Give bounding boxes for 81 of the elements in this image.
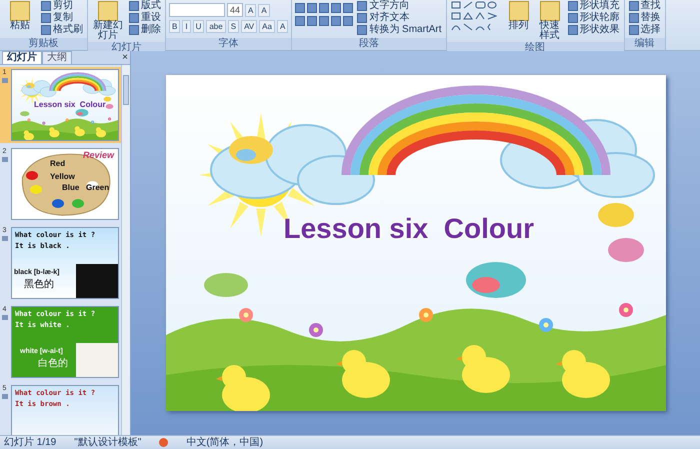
close-button[interactable]: × [120, 52, 130, 64]
ribbon-button[interactable]: 排列 [504, 0, 533, 32]
animation-icon [2, 236, 8, 241]
toolbar-icon [508, 1, 529, 21]
scrollbar[interactable] [121, 65, 130, 435]
ribbon-button[interactable]: 替换 [628, 12, 662, 24]
review-heading: Review [82, 150, 114, 160]
format-button[interactable]: Aa [259, 20, 275, 33]
toolbar-icon [568, 13, 578, 23]
panel-tab[interactable]: 幻灯片 [2, 51, 42, 64]
ribbon-button[interactable]: 形状轮廓 [566, 12, 621, 24]
animation-icon [2, 78, 8, 83]
format-button[interactable]: AV [241, 20, 258, 33]
font-size-button[interactable]: A [258, 4, 270, 16]
animation-icon [2, 315, 8, 320]
group-label: 编辑 [624, 38, 665, 50]
ribbon-button[interactable]: 选择 [628, 24, 662, 36]
ribbon-button[interactable]: 形状效果 [566, 24, 621, 36]
ribbon-button[interactable]: 粘贴 [3, 0, 37, 32]
font-size-button[interactable]: A [245, 4, 256, 16]
toolbar-icon [568, 25, 578, 35]
format-button[interactable]: S [228, 20, 240, 33]
meaning-text: 黑色的 [24, 279, 54, 290]
slide-thumbnail[interactable]: Review Red Yellow Blue Green [11, 148, 119, 220]
ribbon-button[interactable]: 转换为 SmartArt [356, 24, 443, 36]
toolbar-icon [307, 3, 318, 13]
format-button[interactable]: B [169, 20, 180, 33]
ribbon-button[interactable]: 快速样式 [536, 0, 564, 42]
format-button[interactable]: U [192, 20, 204, 33]
slide-title: Lesson six Colour [284, 213, 534, 245]
slide-counter: 幻灯片 1/19 [4, 436, 56, 448]
toolbar-icon [343, 16, 354, 26]
toolbar-icon [343, 3, 354, 13]
format-button[interactable]: I [182, 20, 191, 33]
toolbar-icon [10, 1, 30, 21]
language-text: 中文(简体，中国) [186, 436, 264, 448]
color-label: Yellow [50, 172, 75, 181]
format-button[interactable]: abe [206, 20, 226, 33]
ribbon-button[interactable]: 查找 [628, 0, 662, 12]
toolbar-icon [319, 3, 330, 13]
toolbar-icon [331, 3, 342, 13]
toolbar-icon [568, 1, 578, 11]
photo-placeholder [76, 343, 118, 377]
toolbar-icon [357, 1, 368, 11]
toolbar-icon [331, 16, 342, 26]
animation-icon [2, 157, 8, 162]
format-button[interactable]: A [276, 20, 288, 33]
ribbon-button[interactable]: 对齐文本 [356, 12, 443, 24]
toolbar-icon [295, 3, 306, 13]
toolbar-icon [295, 16, 306, 26]
toolbar-icon [628, 1, 639, 11]
language-icon [159, 438, 168, 447]
group-label: 字体 [166, 38, 292, 50]
group-label: 剪贴板 [0, 38, 87, 50]
ribbon-button[interactable]: 格式刷 [40, 24, 84, 36]
ribbon-button[interactable]: 重设 [128, 12, 162, 24]
ribbon-button[interactable]: 删除 [128, 24, 162, 36]
animation-icon [2, 394, 8, 399]
toolbar-icon [628, 13, 639, 23]
font-size-field[interactable]: 44 [227, 3, 244, 17]
color-label: Red [50, 159, 66, 168]
ribbon-button[interactable]: 新建幻灯片 [91, 0, 125, 42]
meaning-text: 白色的 [38, 358, 68, 369]
font-name-field[interactable] [169, 3, 225, 17]
slide-thumbnail[interactable]: Lesson six Colour [11, 69, 119, 141]
ribbon-button[interactable]: 复制 [40, 12, 84, 24]
toolbar-icon [540, 1, 560, 21]
color-label: Blue [62, 183, 80, 192]
thumbnail-title: Lesson six Colour [34, 100, 106, 109]
group-label: 段落 [292, 38, 446, 50]
toolbar-icon [357, 13, 368, 23]
toolbar-icon [98, 1, 118, 21]
panel-tab[interactable]: 大纲 [42, 51, 72, 64]
color-label: Green [86, 183, 110, 192]
toolbar-icon [357, 25, 368, 35]
toolbar-icon [307, 16, 318, 26]
theme-name: "默认设计模板" [74, 436, 142, 448]
photo-placeholder [76, 264, 118, 298]
toolbar-icon [628, 25, 639, 35]
toolbar-icon [319, 16, 330, 26]
ribbon-button[interactable]: 版式 [128, 0, 162, 12]
